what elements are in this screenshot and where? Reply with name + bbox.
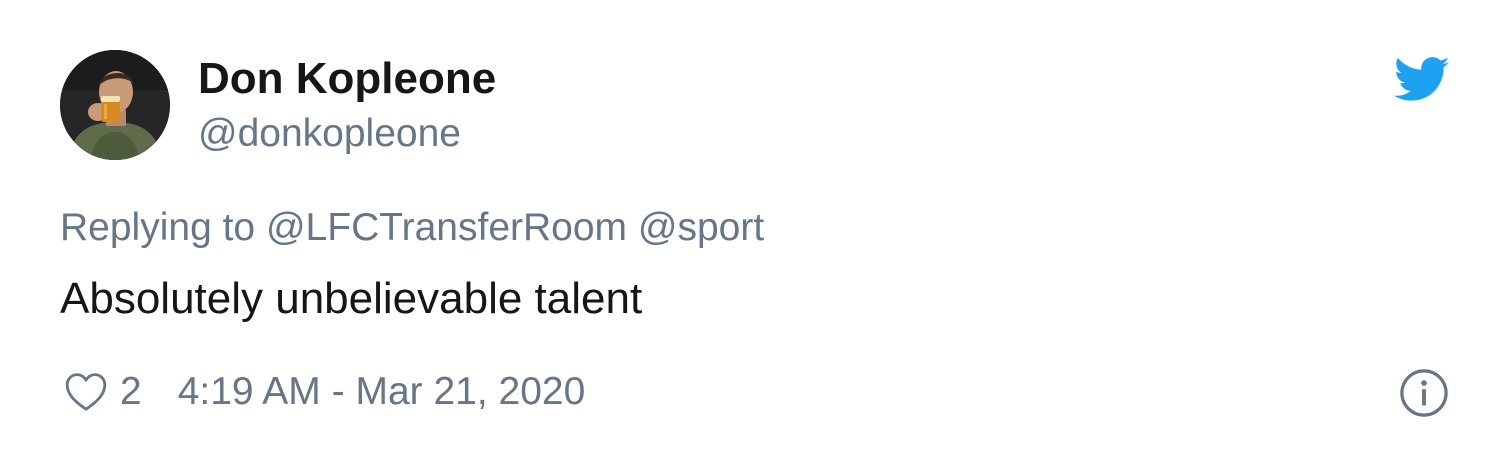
info-icon[interactable] [1398,367,1450,419]
replying-to-label: Replying to [60,206,256,249]
avatar[interactable] [60,50,170,160]
mention-link[interactable]: @sport [638,206,764,249]
like-count: 2 [120,370,142,413]
heart-icon [65,373,107,411]
like-button[interactable]: 2 [62,368,142,416]
author-display-name[interactable]: Don Kopleone [198,53,496,105]
tweet-card: Don Kopleone @donkopleone Replying to @L… [0,0,1502,450]
author-handle[interactable]: @donkopleone [198,111,461,157]
twitter-bird-icon[interactable] [1394,56,1450,104]
replying-to: Replying to @LFCTransferRoom @sport [60,205,764,251]
tweet-timestamp[interactable]: 4:19 AM - Mar 21, 2020 [178,370,586,414]
profile-photo-icon [60,50,170,160]
tweet-text: Absolutely unbelievable talent [60,274,643,323]
tweet-footer: 2 4:19 AM - Mar 21, 2020 [62,366,585,418]
mention-link[interactable]: @LFCTransferRoom [266,206,627,249]
